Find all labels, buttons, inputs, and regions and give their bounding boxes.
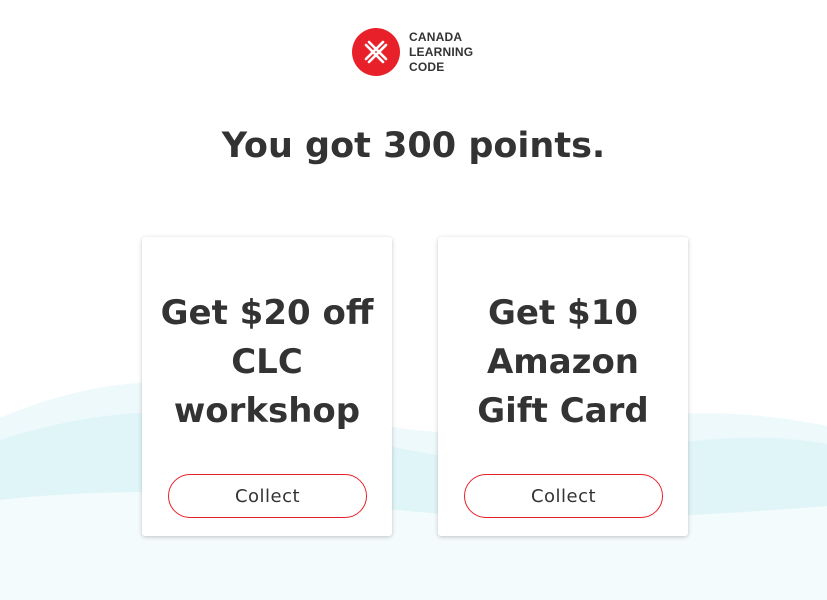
reward-card-gift-card: Get $10 Amazon Gift Card Collect: [438, 237, 688, 536]
reward-title-line: CLC: [231, 342, 303, 382]
reward-card-workshop: Get $20 off CLC workshop Collect: [142, 237, 392, 536]
reward-title: Get $10 Amazon Gift Card: [438, 289, 688, 436]
points-headline: You got 300 points.: [221, 126, 606, 166]
collect-gift-card-button[interactable]: Collect: [464, 474, 663, 518]
collect-workshop-button[interactable]: Collect: [168, 474, 367, 518]
reward-title-line: Gift Card: [477, 391, 649, 431]
reward-title: Get $20 off CLC workshop: [142, 289, 392, 436]
brand-line-2: LEARNING: [409, 44, 474, 59]
clc-logo-icon: [352, 28, 400, 76]
clc-logo[interactable]: CANADA LEARNING CODE: [352, 28, 473, 76]
reward-title-line: workshop: [173, 391, 361, 431]
brand-line-3: CODE: [409, 59, 445, 74]
brand-line-1: CANADA: [409, 29, 463, 44]
reward-title-line: Get $10: [487, 293, 639, 333]
reward-title-line: Amazon: [486, 342, 640, 382]
reward-title-line: Get $20 off: [160, 293, 374, 333]
background-waves: [0, 382, 827, 600]
brand-wordmark: CANADA LEARNING CODE: [409, 30, 473, 75]
